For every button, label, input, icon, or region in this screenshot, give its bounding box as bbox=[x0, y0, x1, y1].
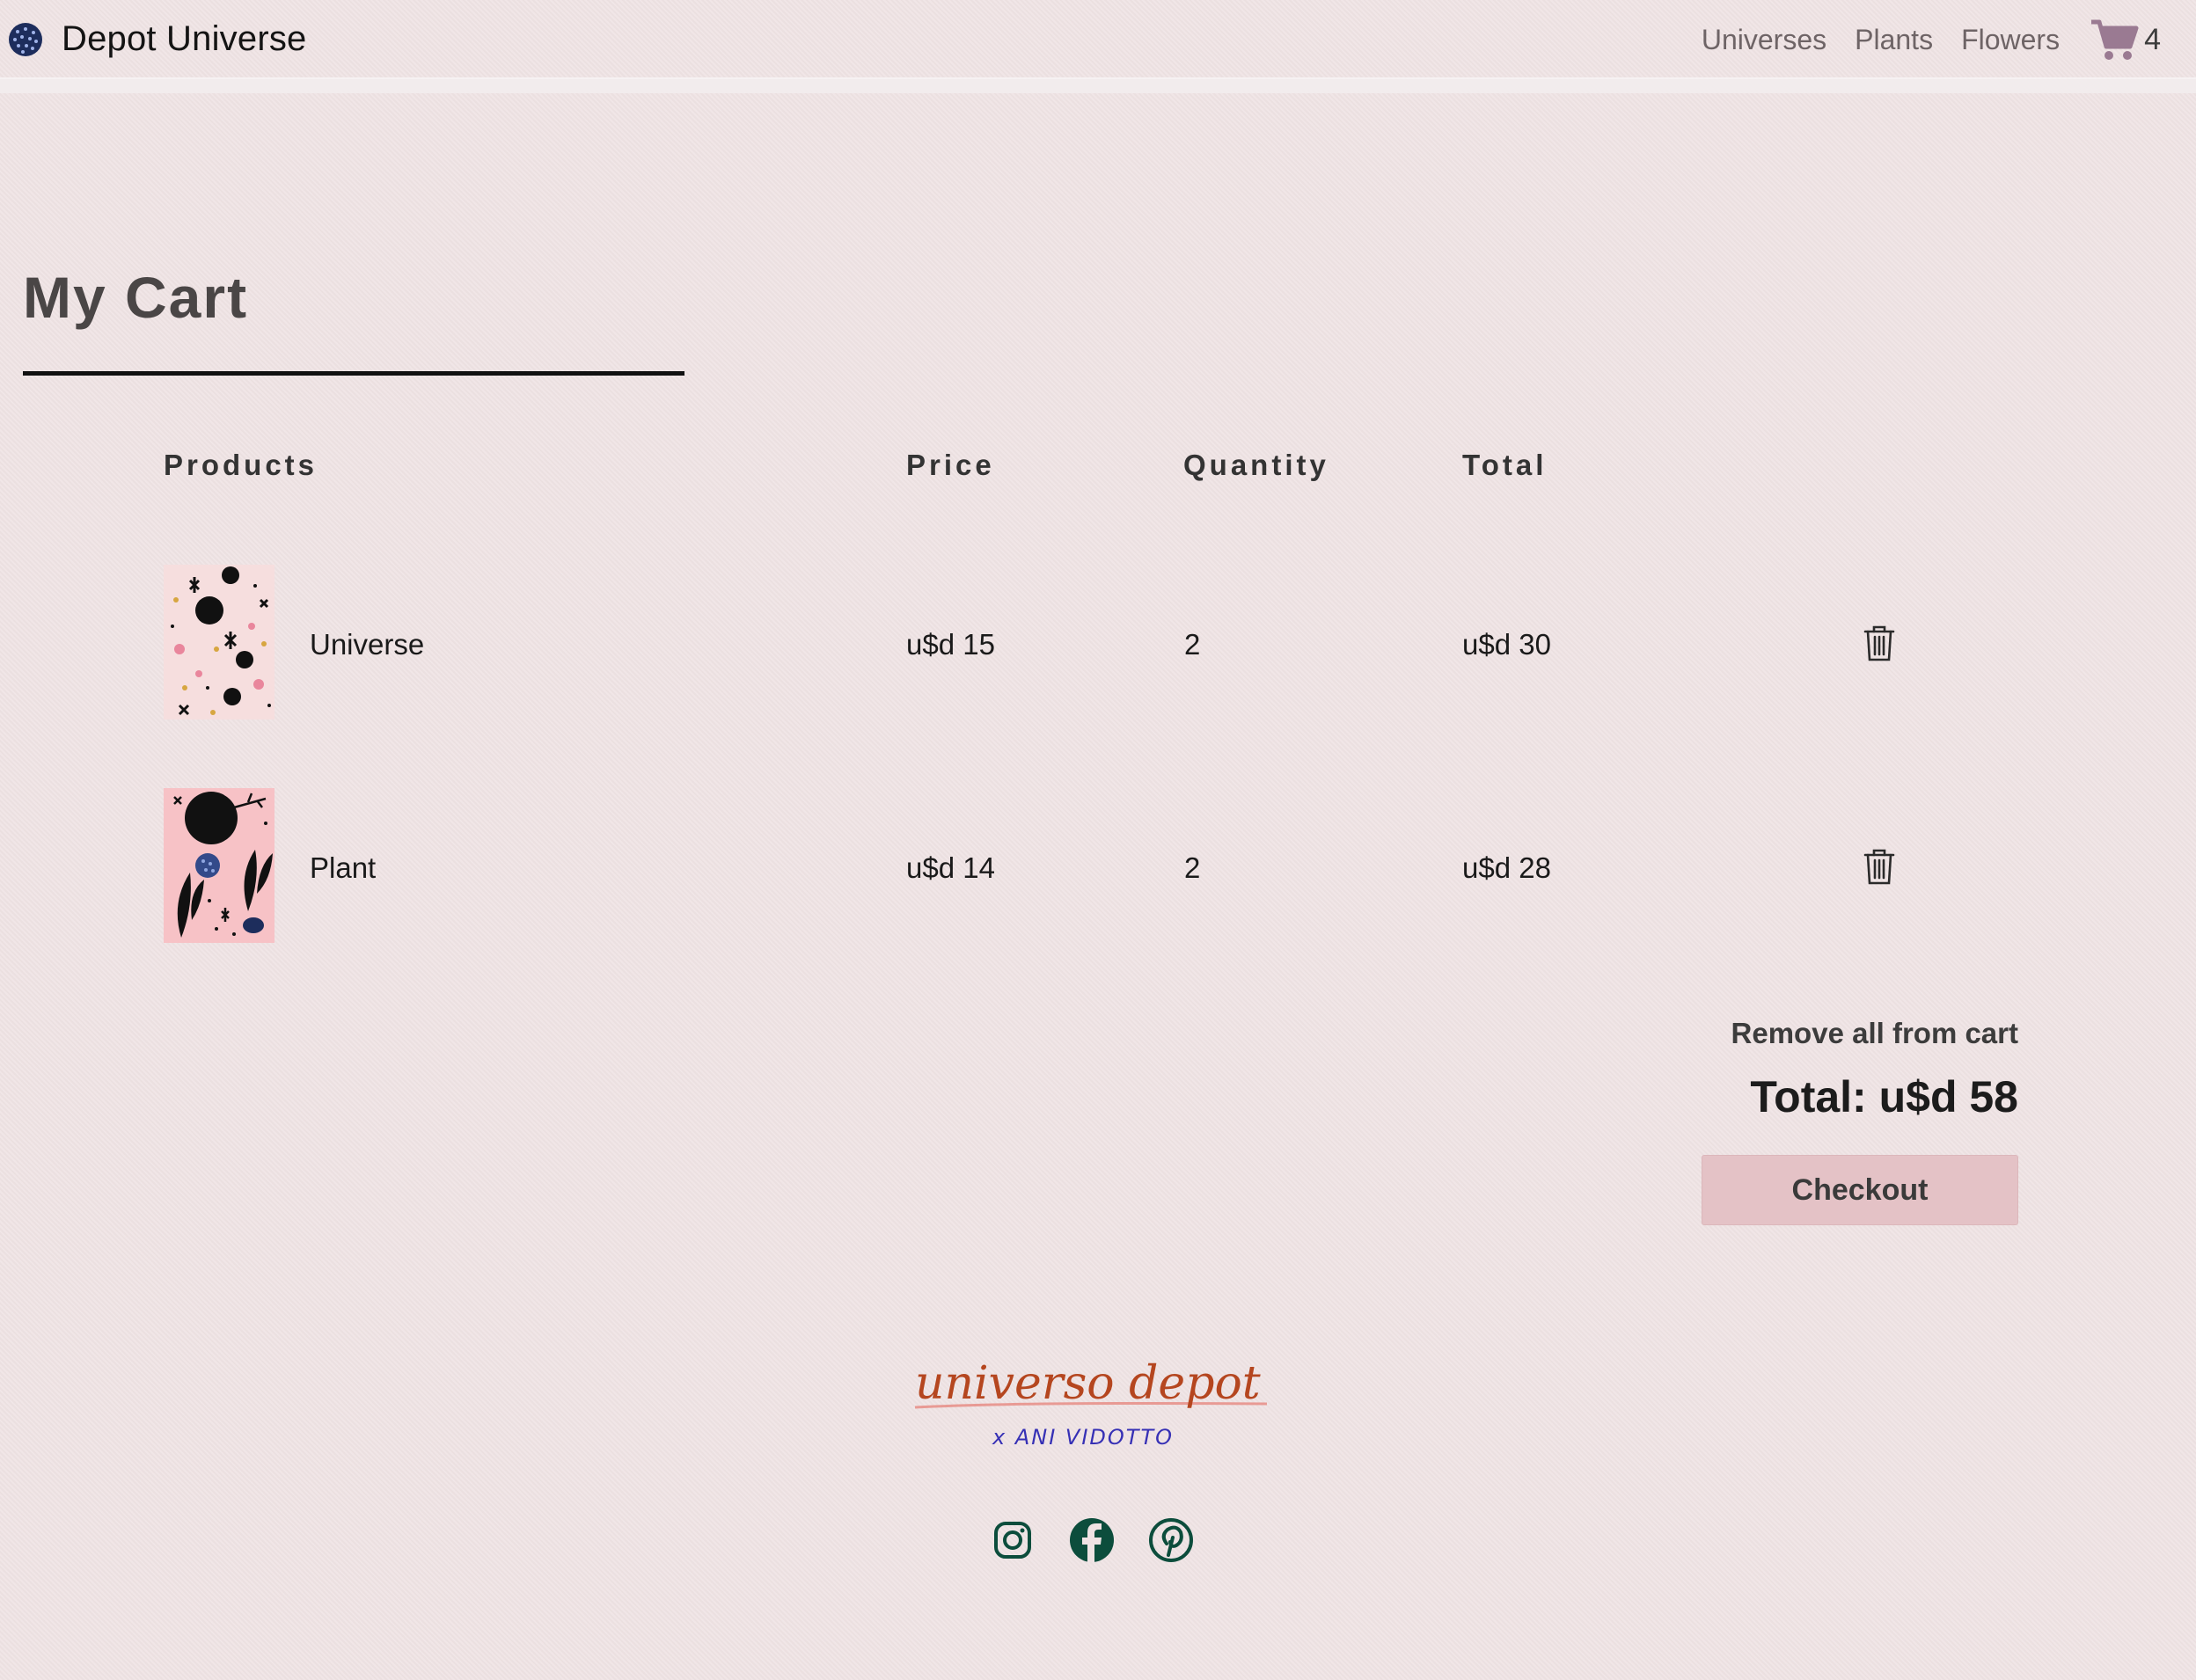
column-header-products: Products bbox=[164, 449, 318, 481]
remove-all-button[interactable]: Remove all from cart bbox=[1731, 1017, 2018, 1050]
product-price: u$d 15 bbox=[906, 628, 995, 661]
footer-logo-main-text: universo depot bbox=[915, 1357, 1261, 1410]
instagram-icon[interactable] bbox=[989, 1516, 1036, 1564]
brand-name: Depot Universe bbox=[62, 19, 307, 58]
footer-logo: universo depot x ANI VIDOTTO bbox=[914, 1357, 1268, 1450]
product-quantity: 2 bbox=[1184, 851, 1201, 884]
pinterest-icon[interactable] bbox=[1147, 1516, 1195, 1564]
cart-link[interactable]: 4 bbox=[2090, 17, 2161, 62]
navbar: Depot Universe Universes Plants Flowers … bbox=[0, 0, 2196, 77]
product-quantity: 2 bbox=[1184, 628, 1201, 661]
nav-links: Universes Plants Flowers 4 bbox=[1673, 12, 2161, 67]
planet-logo-icon bbox=[9, 22, 42, 56]
column-header-quantity: Quantity bbox=[1183, 449, 1329, 481]
brand-link[interactable]: Depot Universe bbox=[7, 19, 306, 59]
social-links bbox=[989, 1516, 1226, 1564]
title-underline bbox=[23, 371, 684, 376]
trash-icon[interactable] bbox=[1862, 623, 1897, 663]
product-total: u$d 28 bbox=[1462, 851, 1551, 884]
product-thumbnail-universe bbox=[164, 565, 274, 719]
nav-link-flowers[interactable]: Flowers bbox=[1961, 24, 2060, 56]
facebook-icon[interactable] bbox=[1068, 1516, 1116, 1564]
footer-logo-sub-text: x ANI VIDOTTO bbox=[992, 1425, 1174, 1450]
nav-link-plants[interactable]: Plants bbox=[1855, 24, 1933, 56]
column-header-total: Total bbox=[1462, 449, 1548, 481]
shopping-cart-icon bbox=[2091, 19, 2139, 60]
navbar-bottom-border bbox=[0, 77, 2196, 93]
product-name: Universe bbox=[310, 628, 425, 661]
column-header-price: Price bbox=[906, 449, 995, 481]
checkout-button[interactable]: Checkout bbox=[1702, 1155, 2018, 1225]
product-thumbnail-plant bbox=[164, 788, 274, 943]
product-price: u$d 14 bbox=[906, 851, 995, 884]
cart-grand-total: Total: u$d 58 bbox=[1750, 1072, 2018, 1121]
cart-count-badge: 4 bbox=[2144, 22, 2161, 56]
nav-link-universes[interactable]: Universes bbox=[1702, 24, 1826, 56]
product-total: u$d 30 bbox=[1462, 628, 1551, 661]
trash-icon[interactable] bbox=[1862, 846, 1897, 887]
product-name: Plant bbox=[310, 851, 377, 884]
page-title: My Cart bbox=[23, 265, 249, 330]
